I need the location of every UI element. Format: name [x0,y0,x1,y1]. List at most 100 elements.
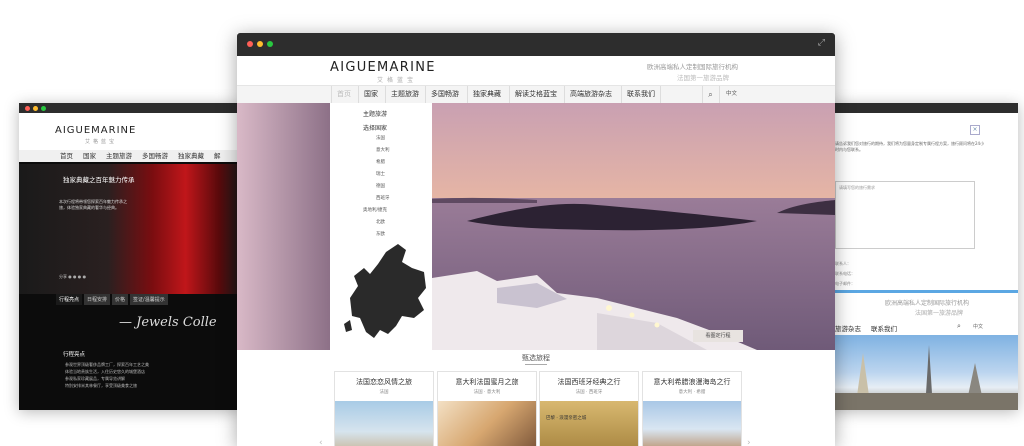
trip-card-image [438,401,536,446]
nav-contact[interactable]: 联系我们 [871,323,897,333]
tab-visa[interactable]: 签证/温馨提示 [130,294,168,305]
left-nav-home[interactable]: 首页 [60,150,73,162]
search-icon[interactable]: ⌕ [702,86,718,103]
submenu-item-eastern[interactable]: 东欧 [376,231,385,237]
left-nav-multi[interactable]: 多国畅游 [142,150,168,162]
email-field[interactable]: 电子邮件： [835,279,855,289]
nav-home[interactable]: 首页 [331,86,356,103]
submenu-item-austria[interactable]: 奥地利/捷克 [363,207,387,213]
share-icons[interactable]: ● ● ● ● [68,274,86,279]
right-nav: 旅游杂志 联系我们 [825,323,897,333]
jewels-collection-script: — Jewels Colle [119,315,217,330]
trip-card-sub: 法国 [379,390,389,395]
minimize-dot-icon[interactable] [33,106,38,111]
request-intro: 请告诉我们您对旅行的期待，我们将为您量身定制专属行程方案，旅行顾问将在24小时内… [835,141,985,152]
maximize-dot-icon[interactable] [267,41,273,47]
main-hero-image [237,103,835,350]
submenu-theme-heading[interactable]: 主题旅游 [363,109,387,118]
left-nav-theme[interactable]: 主题旅游 [106,150,132,162]
country-submenu: 主题旅游 选择国家 法国 意大利 希腊 瑞士 德国 西班牙 奥地利/捷克 北欧 … [330,103,432,350]
close-dot-icon[interactable] [25,106,30,111]
share-label: 分享 [59,274,67,279]
main-slogan-1: 欧洲高端私人定制国际旅行机构 [647,63,738,71]
submenu-item-greece[interactable]: 希腊 [376,159,385,165]
right-window-titlebar [825,103,1018,113]
carousel-next-icon[interactable]: › [747,438,751,446]
tab-price[interactable]: 价格 [112,294,129,305]
list-item: 参观私家珍藏展品，专属导览讲解 [65,376,125,381]
left-browser-window: AIGUEMARINE 艾格蓝宝 首页 国家 主题旅游 多国畅游 独家典藏 解 … [19,103,241,410]
left-nav-country[interactable]: 国家 [83,150,96,162]
main-slogan-2: 法国第一旅游品牌 [677,74,729,82]
nav-contact[interactable]: 联系我们 [621,86,661,103]
minimize-dot-icon[interactable] [257,41,263,47]
main-browser-window: ⤢ AIGUEMARINE 艾格蓝宝 欧洲高端私人定制国际旅行机构 法国第一旅游… [237,33,835,446]
nav-magazine[interactable]: 高端旅游杂志 [564,86,617,103]
left-share: 分享 ● ● ● ● [59,274,86,280]
contact-field[interactable]: 联系人： [835,259,855,269]
trip-card-title: 法国恋恋风情之旅 [356,378,412,386]
left-hero-title: 独家典藏之百年魅力传承 [63,176,135,184]
expand-icon[interactable]: ⤢ [818,38,825,48]
europe-map-icon[interactable] [340,238,430,348]
nav-country[interactable]: 国家 [358,86,383,103]
search-icon[interactable]: ⌕ [957,322,961,331]
left-tabs: 行程亮点 日程安排 价格 签证/温馨提示 [56,294,168,305]
submenu-item-italy[interactable]: 意大利 [376,147,390,153]
accent-stripe [825,290,1018,293]
trip-card[interactable]: 意大利希腊浪漫海岛之行 意大利 · 希腊 [642,371,742,446]
submenu-item-switzerland[interactable]: 瑞士 [376,171,385,177]
trip-card-title: 法国西班牙经典之行 [557,378,621,386]
features-title: 行程亮点 [63,352,86,358]
nav-exclusive[interactable]: 独家典藏 [467,86,506,103]
submenu-item-germany[interactable]: 德国 [376,183,385,189]
close-icon[interactable]: × [970,125,980,135]
list-item: 特别安排米其林餐厅，享受顶级美食之旅 [65,383,137,388]
book-itinerary-button[interactable]: 看图定行程 [693,330,743,342]
trip-card[interactable]: 法国西班牙经典之行 法国 · 西班牙 巴黎 · 浪漫亲密之城 [539,371,639,446]
left-nav-more[interactable]: 解 [214,150,221,162]
tab-highlights[interactable]: 行程亮点 [56,294,83,305]
main-logo-sub: 艾格蓝宝 [377,77,418,84]
trip-card[interactable]: 意大利法国蜜月之旅 法国 · 意大利 [437,371,537,446]
submenu-country-heading[interactable]: 选择国家 [363,123,387,132]
left-hero-text: 本次行程将带领您探索百年魅力传承之旅，体验独家典藏的奢华与经典。 [59,199,127,210]
close-dot-icon[interactable] [247,41,253,47]
trip-card-sub: 法国 · 意大利 [473,390,501,395]
language-switch[interactable]: 中文 [973,323,983,330]
main-logo[interactable]: AIGUEMARINE [330,60,436,75]
phone-field[interactable]: 联系电话： [835,269,855,279]
carousel-prev-icon[interactable]: ‹ [319,438,323,446]
tab-itinerary[interactable]: 日程安排 [84,294,111,305]
trip-card-image [643,401,741,446]
language-switch[interactable]: 中文 [719,86,743,103]
left-logo[interactable]: AIGUEMARINE [55,125,136,136]
nav-theme[interactable]: 主题旅游 [385,86,424,103]
left-nav: 首页 国家 主题旅游 多国畅游 独家典藏 解 [19,150,241,162]
maximize-dot-icon[interactable] [41,106,46,111]
nav-about[interactable]: 解读艾格蓝宝 [509,86,562,103]
features-list: 参观世界顶级奢侈品牌工厂，探索百年工艺之美 体验当地贵族生活，入住历史悠久的城堡… [65,361,235,389]
featured-title: 甄选旅程 [522,354,550,362]
left-logo-sub: 艾格蓝宝 [85,139,118,145]
list-item: 体验当地贵族生活，入住历史悠久的城堡酒店 [65,369,145,374]
featured-divider [525,364,547,365]
santorini-sunset-scene [237,103,835,350]
main-window-titlebar: ⤢ [237,33,835,56]
trip-card-sub: 意大利 · 希腊 [678,390,706,395]
right-slogan-2: 法国第一旅游品牌 [915,310,964,317]
submenu-item-nordic[interactable]: 北欧 [376,219,385,225]
left-nav-exclusive[interactable]: 独家典藏 [178,150,204,162]
submenu-item-spain[interactable]: 西班牙 [376,195,390,201]
trip-card[interactable]: 法国恋恋风情之旅 法国 [334,371,434,446]
nav-magazine[interactable]: 旅游杂志 [835,323,861,333]
submenu-item-france[interactable]: 法国 [376,135,385,141]
trip-card-title: 意大利希腊浪漫海岛之行 [653,378,731,386]
tower-illustration [825,345,1018,410]
nav-multi-country[interactable]: 多国畅游 [425,86,464,103]
trip-card-title: 意大利法国蜜月之旅 [455,378,519,386]
right-hero-image [825,335,1018,410]
request-textarea[interactable]: 请填写您的旅行需求 [835,181,975,249]
trip-card-image: 巴黎 · 浪漫亲密之城 [540,401,638,446]
right-slogan-1: 欧洲高端私人定制国际旅行机构 [885,300,970,307]
